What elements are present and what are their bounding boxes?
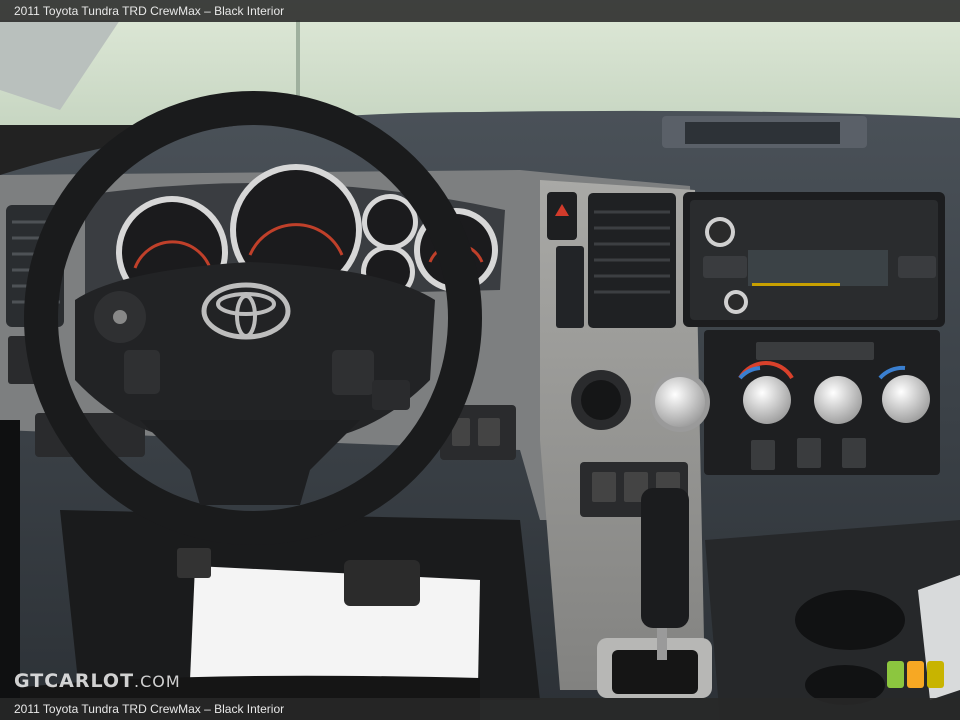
cupholder (795, 590, 905, 650)
photo-caption-top: 2011 Toyota Tundra TRD CrewMax – Black I… (0, 0, 960, 22)
brake-pedal (344, 560, 420, 606)
audio-head-unit (683, 192, 945, 327)
site-logo-icon (887, 661, 944, 688)
parking-brake-release (177, 548, 211, 578)
photo-caption-bottom: 2011 Toyota Tundra TRD CrewMax – Black I… (0, 698, 960, 720)
switch-column (556, 246, 584, 328)
interior-photo (0, 0, 960, 720)
watermark-suffix: .COM (134, 672, 181, 691)
watermark: GTCARLOT.COM (14, 670, 181, 692)
climate-controls (704, 330, 940, 475)
cruise-control-stalk (372, 380, 410, 410)
logo-square-green (887, 661, 904, 688)
watermark-brand: GTCARLOT (14, 670, 135, 692)
logo-square-olive (927, 661, 944, 688)
center-air-vent (588, 193, 676, 328)
photo-frame: 2011 Toyota Tundra TRD CrewMax – Black I… (0, 0, 960, 720)
floor-mat-paper (190, 566, 480, 686)
logo-square-orange (907, 661, 924, 688)
